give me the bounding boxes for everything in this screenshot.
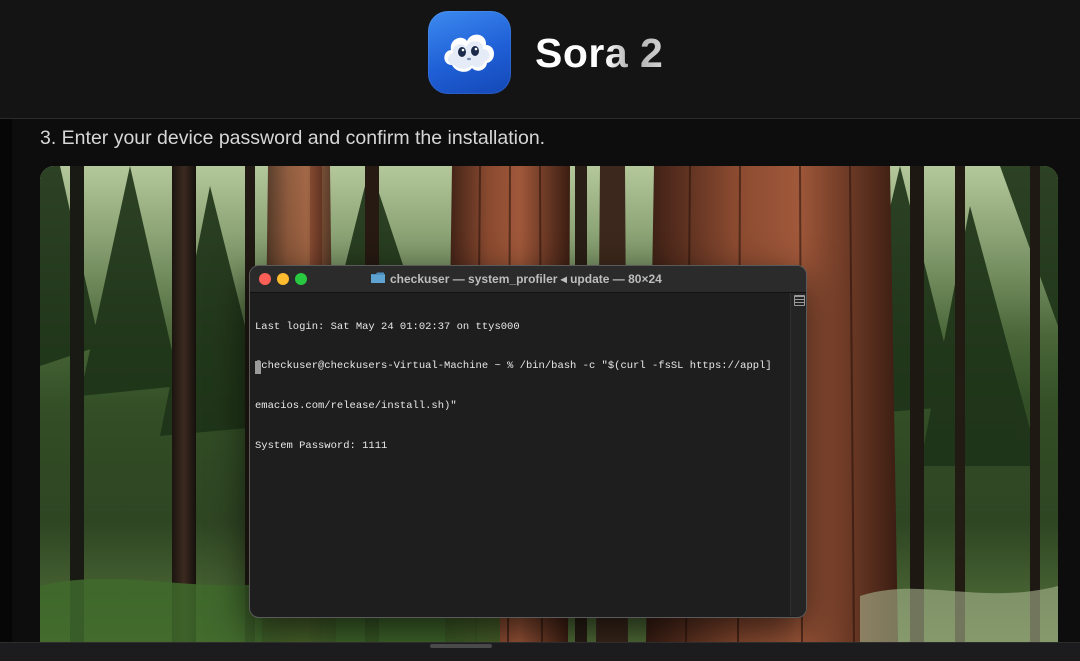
terminal-line: [checkuser@checkusers-Virtual-Machine ~ … <box>255 360 772 373</box>
close-button[interactable] <box>259 273 271 285</box>
terminal-scrollbar[interactable] <box>790 293 806 616</box>
zoom-button[interactable] <box>295 273 307 285</box>
app-header: Sora 2 <box>0 0 1080 119</box>
folder-icon <box>371 272 385 283</box>
step-instruction: 3. Enter your device password and confir… <box>40 127 546 149</box>
text-cursor <box>255 361 261 374</box>
minimize-button[interactable] <box>277 273 289 285</box>
left-edge <box>0 119 12 660</box>
app-title: Sora 2 <box>535 30 664 76</box>
terminal-titlebar[interactable]: checkuser — system_profiler ◂ update — 8… <box>250 266 806 293</box>
terminal-line: Last login: Sat May 24 01:02:37 on ttys0… <box>255 320 520 333</box>
terminal-title: checkuser — system_profiler ◂ update — 8… <box>390 272 662 286</box>
scroll-marks-icon[interactable] <box>794 295 805 306</box>
terminal-output[interactable]: Last login: Sat May 24 01:02:37 on ttys0… <box>255 294 787 612</box>
cloud-face-icon <box>428 11 511 94</box>
terminal-window[interactable]: checkuser — system_profiler ◂ update — 8… <box>249 265 807 618</box>
terminal-line: emacios.com/release/install.sh)" <box>255 400 457 413</box>
bottom-bar <box>0 642 1080 661</box>
drag-handle[interactable] <box>430 644 492 648</box>
terminal-line: System Password: 1111 <box>255 440 388 453</box>
